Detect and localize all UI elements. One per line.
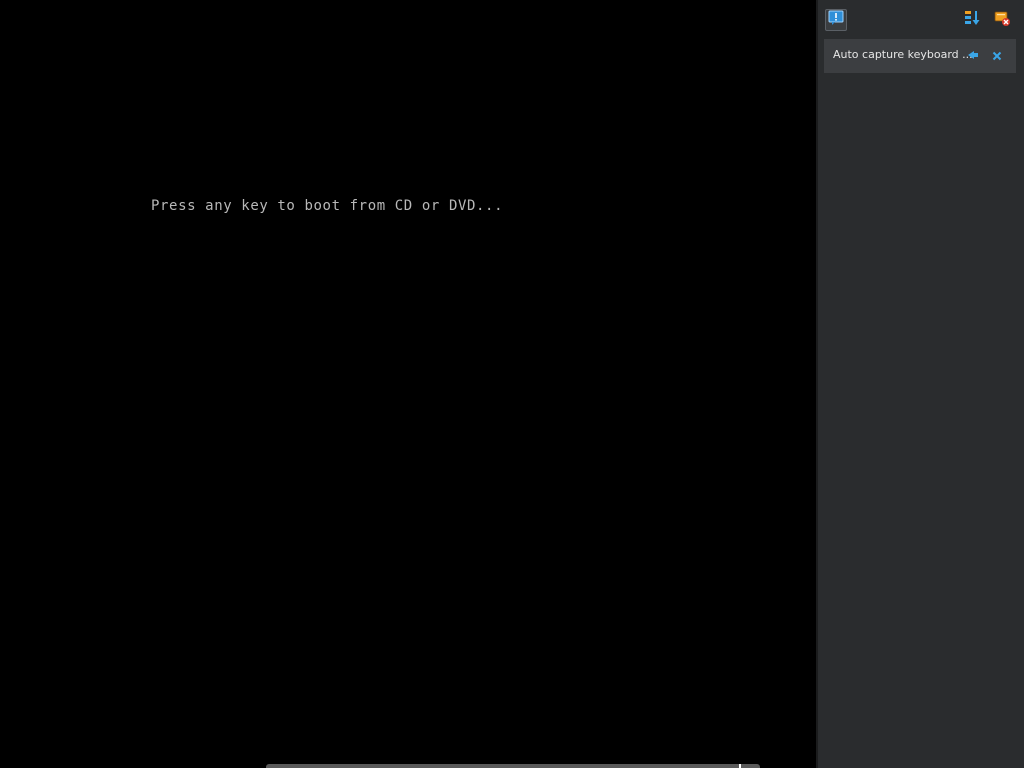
close-button[interactable] xyxy=(990,48,1004,62)
clear-all-icon xyxy=(993,9,1011,31)
sort-icon xyxy=(963,9,981,31)
notification-text: Auto capture keyboard ... xyxy=(833,48,973,61)
notification-item[interactable]: Auto capture keyboard ... xyxy=(824,39,1016,73)
mini-toolbar-handle[interactable] xyxy=(266,764,760,768)
pin-icon xyxy=(967,46,979,65)
pin-button[interactable] xyxy=(966,48,980,62)
notification-panel-header xyxy=(818,0,1024,38)
clear-all-button[interactable] xyxy=(991,9,1013,31)
messages-icon xyxy=(828,10,844,30)
messages-button[interactable] xyxy=(825,9,847,31)
boot-message: Press any key to boot from CD or DVD... xyxy=(151,198,504,214)
mouse-cursor xyxy=(739,764,741,768)
close-icon xyxy=(992,46,1002,65)
vm-display[interactable]: Press any key to boot from CD or DVD... xyxy=(0,0,816,768)
notification-panel: Auto capture keyboard ... xyxy=(816,0,1024,768)
sort-button[interactable] xyxy=(961,9,983,31)
